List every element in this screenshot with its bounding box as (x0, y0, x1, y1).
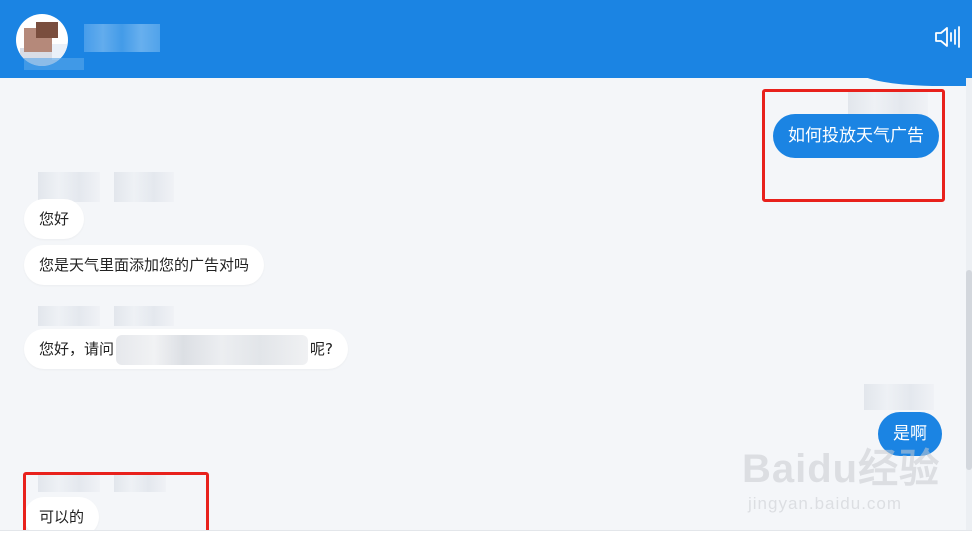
chat-header (0, 0, 972, 78)
message-text-prefix: 您好，请问 (39, 340, 115, 358)
contact-name-redacted (84, 24, 160, 52)
agent-time-redacted (114, 172, 174, 202)
input-bar-edge (0, 530, 972, 543)
redacted-text (116, 334, 309, 365)
watermark-url: jingyan.baidu.com (748, 494, 903, 513)
agent-time-redacted (114, 306, 174, 326)
watermark-logo: Baidu经验 (742, 447, 941, 491)
scrollbar-thumb[interactable] (966, 270, 972, 470)
speaker-icon[interactable] (934, 24, 962, 50)
chat-window: 如何投放天气广告 您好 您是天气里面添加您的广告对吗 您好，请问 呢? 是啊 可以… (0, 0, 972, 543)
agent-message-bubble[interactable]: 您是天气里面添加您的广告对吗 (24, 245, 265, 285)
message-text-suffix: 呢? (310, 340, 333, 358)
contact-status-redacted (24, 58, 84, 70)
agent-label-redacted (38, 306, 100, 326)
highlight-box-question (762, 89, 945, 202)
agent-label-redacted (38, 172, 100, 202)
watermark: Baidu经验 jingyan.baidu.com (742, 436, 939, 526)
agent-message-bubble[interactable]: 您好，请问 呢? (24, 329, 348, 369)
sender-label-redacted (864, 384, 934, 410)
highlight-box-answer (23, 472, 209, 536)
agent-message-bubble[interactable]: 您好 (24, 199, 85, 239)
